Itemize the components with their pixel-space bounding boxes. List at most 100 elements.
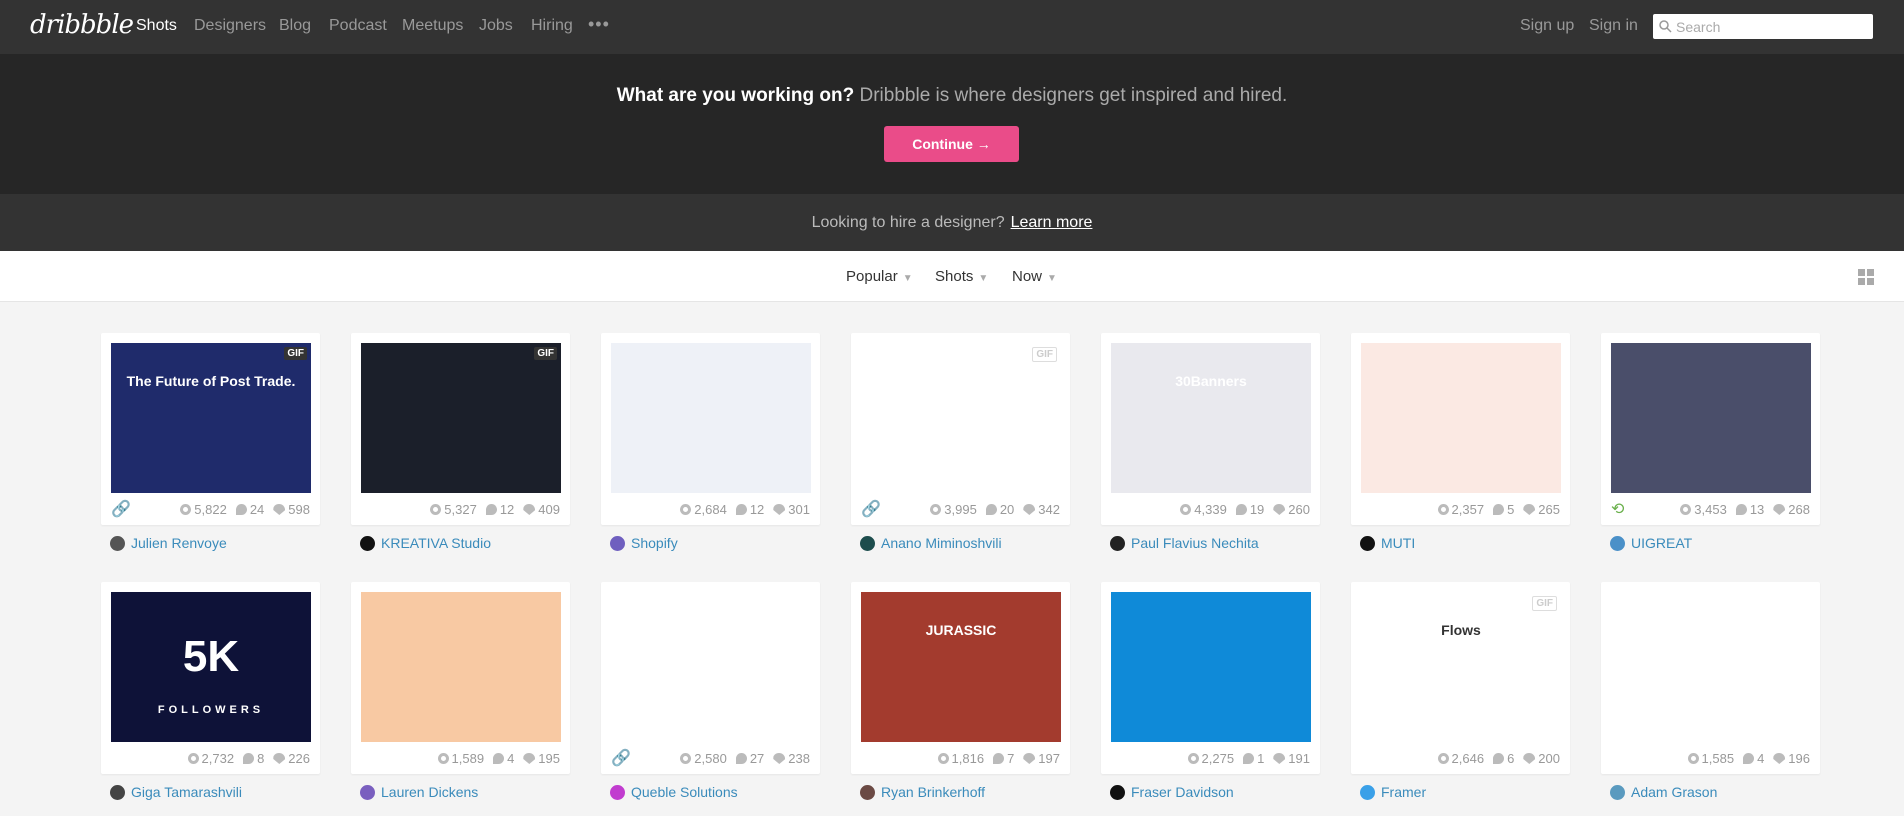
shot-card[interactable]: 2,684 12 301 [601,333,820,525]
avatar[interactable] [1610,784,1625,800]
shot-thumbnail[interactable] [361,592,561,742]
likes-count[interactable]: 226 [273,751,310,766]
avatar[interactable] [110,535,125,551]
avatar[interactable] [1610,535,1625,551]
shot-author[interactable]: MUTI [1360,535,1415,551]
shot-thumbnail[interactable] [611,592,811,742]
avatar[interactable] [860,784,875,800]
author-name[interactable]: Fraser Davidson [1131,784,1234,800]
shot-author[interactable]: Fraser Davidson [1110,784,1234,800]
comments-count[interactable]: 8 [243,751,264,766]
likes-count[interactable]: 238 [773,751,810,766]
author-name[interactable]: Queble Solutions [631,784,738,800]
author-name[interactable]: Ryan Brinkerhoff [881,784,985,800]
comments-count[interactable]: 12 [735,502,764,517]
likes-count[interactable]: 301 [773,502,810,517]
sign-in-link[interactable]: Sign in [1589,17,1638,35]
shot-card[interactable]: ⟲ 3,453 13 268 [1601,333,1820,525]
comments-count[interactable]: 1 [1243,751,1264,766]
nav-podcast[interactable]: Podcast [329,17,387,35]
shot-card[interactable]: 30Banners 4,339 19 260 [1101,333,1320,525]
nav-blog[interactable]: Blog [279,17,311,35]
shot-thumbnail[interactable]: 30Banners [1111,343,1311,493]
shot-thumbnail[interactable]: JURASSIC [861,592,1061,742]
likes-count[interactable]: 265 [1523,502,1560,517]
shot-thumbnail[interactable]: Flows GIF [1361,592,1561,742]
author-name[interactable]: UIGREAT [1631,535,1692,551]
shot-card[interactable]: 2,275 1 191 [1101,582,1320,774]
shot-card[interactable]: GIF 🔗 3,995 20 342 [851,333,1070,525]
shot-thumbnail[interactable] [1111,592,1311,742]
dribbble-logo[interactable]: dribbble [30,10,134,40]
shot-thumbnail[interactable] [1611,343,1811,493]
nav-designers[interactable]: Designers [194,17,266,35]
comments-count[interactable]: 6 [1493,751,1514,766]
comments-count[interactable]: 7 [993,751,1014,766]
shot-thumbnail[interactable]: GIF [861,343,1061,493]
likes-count[interactable]: 196 [1773,751,1810,766]
comments-count[interactable]: 4 [493,751,514,766]
shot-thumbnail[interactable]: 5K FOLLOWERS [111,592,311,742]
shot-card[interactable]: 🔗 2,580 27 238 [601,582,820,774]
shot-author[interactable]: KREATIVA Studio [360,535,491,551]
author-name[interactable]: MUTI [1381,535,1415,551]
author-name[interactable]: Julien Renvoye [131,535,227,551]
shot-author[interactable]: Queble Solutions [610,784,738,800]
sign-up-link[interactable]: Sign up [1520,17,1574,35]
likes-count[interactable]: 342 [1023,502,1060,517]
shot-card[interactable]: 1,589 4 195 [351,582,570,774]
comments-count[interactable]: 4 [1743,751,1764,766]
nav-shots[interactable]: Shots [136,17,177,35]
likes-count[interactable]: 598 [273,502,310,517]
learn-more-link[interactable]: Learn more [1011,214,1093,231]
author-name[interactable]: Shopify [631,535,678,551]
shot-author[interactable]: Ryan Brinkerhoff [860,784,985,800]
author-name[interactable]: Framer [1381,784,1426,800]
comments-count[interactable]: 13 [1735,502,1764,517]
shot-author[interactable]: Shopify [610,535,678,551]
comments-count[interactable]: 12 [485,502,514,517]
avatar[interactable] [610,784,625,800]
shot-card[interactable]: 1,585 4 196 [1601,582,1820,774]
shot-author[interactable]: Giga Tamarashvili [110,784,242,800]
comments-count[interactable]: 19 [1235,502,1264,517]
shot-author[interactable]: Framer [1360,784,1426,800]
comments-count[interactable]: 5 [1493,502,1514,517]
shot-thumbnail[interactable] [1361,343,1561,493]
shot-thumbnail[interactable]: The Future of Post Trade. GIF [111,343,311,493]
comments-count[interactable]: 27 [735,751,764,766]
likes-count[interactable]: 191 [1273,751,1310,766]
continue-button[interactable]: Continue → [884,126,1019,162]
author-name[interactable]: KREATIVA Studio [381,535,491,551]
type-dropdown[interactable]: Shots ▼ [935,268,988,285]
author-name[interactable]: Anano Miminoshvili [881,535,1002,551]
comments-count[interactable]: 24 [235,502,264,517]
author-name[interactable]: Giga Tamarashvili [131,784,242,800]
likes-count[interactable]: 200 [1523,751,1560,766]
likes-count[interactable]: 195 [523,751,560,766]
shot-card[interactable]: JURASSIC 1,816 7 197 [851,582,1070,774]
avatar[interactable] [110,784,125,800]
shot-card[interactable]: The Future of Post Trade. GIF 🔗 5,822 24 … [101,333,320,525]
shot-author[interactable]: UIGREAT [1610,535,1692,551]
shot-thumbnail[interactable] [1611,592,1811,742]
nav-jobs[interactable]: Jobs [479,17,513,35]
likes-count[interactable]: 260 [1273,502,1310,517]
author-name[interactable]: Lauren Dickens [381,784,478,800]
nav-hiring[interactable]: Hiring [531,17,573,35]
comments-count[interactable]: 20 [985,502,1014,517]
shot-author[interactable]: Anano Miminoshvili [860,535,1002,551]
avatar[interactable] [360,784,375,800]
likes-count[interactable]: 197 [1023,751,1060,766]
shot-author[interactable]: Lauren Dickens [360,784,478,800]
avatar[interactable] [1110,784,1125,800]
avatar[interactable] [1110,535,1125,551]
shot-author[interactable]: Adam Grason [1610,784,1717,800]
likes-count[interactable]: 409 [523,502,560,517]
shot-card[interactable]: 5K FOLLOWERS 2,732 8 226 [101,582,320,774]
avatar[interactable] [1360,535,1375,551]
avatar[interactable] [860,535,875,551]
shot-author[interactable]: Julien Renvoye [110,535,227,551]
search-input[interactable]: Search [1653,14,1873,39]
likes-count[interactable]: 268 [1773,502,1810,517]
